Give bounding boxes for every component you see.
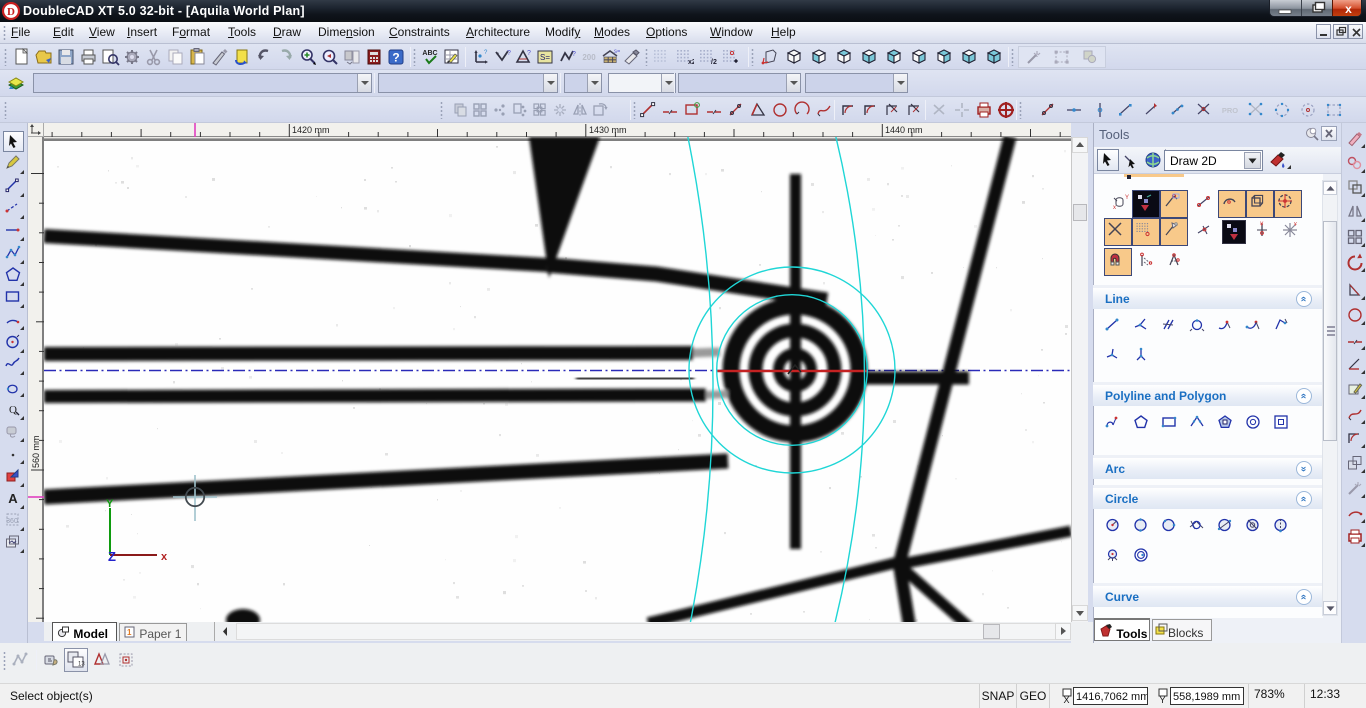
svg-text:?: ? [484,50,488,56]
svg-text:/2: /2 [711,59,717,66]
svg-text:?: ? [392,51,399,65]
svg-text:Y: Y [1160,695,1166,704]
svg-text:13: 13 [78,662,85,668]
svg-text:360: 360 [6,518,18,525]
svg-text:s=: s= [614,49,620,55]
svg-text:¥: ¥ [1260,222,1264,228]
svg-text:?: ? [527,50,531,57]
svg-text:x: x [1345,2,1352,16]
svg-text:1420 mm: 1420 mm [292,125,330,135]
svg-text:Y: Y [106,498,114,510]
svg-text:?: ? [572,51,576,58]
svg-text:560 mm: 560 mm [31,435,41,468]
svg-text:x: x [1113,205,1116,211]
svg-text:200: 200 [582,53,596,62]
svg-text:1430 mm: 1430 mm [589,125,627,135]
svg-text:X: X [1064,695,1070,704]
svg-text:x2: x2 [688,59,694,66]
svg-text:A: A [8,491,18,506]
svg-text:Z: Z [108,549,116,564]
svg-text:PRO: PRO [1222,106,1238,115]
svg-text:S=: S= [540,53,550,62]
svg-text:1: 1 [127,628,132,637]
svg-text:¥: ¥ [1294,222,1297,228]
svg-text:D: D [7,6,15,18]
svg-text:x: x [161,551,168,563]
svg-text:Y: Y [1125,195,1129,201]
svg-text:Q: Q [9,404,17,416]
svg-text:?: ? [507,50,511,57]
svg-text:1440 mm: 1440 mm [885,125,923,135]
